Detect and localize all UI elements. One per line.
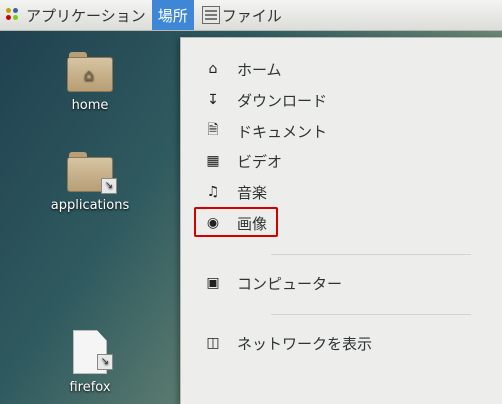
desktop-icon-home[interactable]: ⌂ home <box>35 52 145 113</box>
menu-item-downloads[interactable]: ↧ ダウンロード <box>203 87 327 113</box>
menu-item-network[interactable]: ◫ ネットワークを表示 <box>203 330 372 356</box>
menu-item-label: ダウンロード <box>237 91 328 110</box>
places-menu[interactable]: 場所 <box>151 0 194 30</box>
folder-link-icon: ↘ <box>67 152 117 194</box>
applications-label: アプリケーション <box>26 6 146 25</box>
file-manager-launcher[interactable]: ファイル <box>194 0 288 30</box>
menu-item-label: 音楽 <box>237 183 268 202</box>
menu-item-home[interactable]: ⌂ ホーム <box>203 56 282 82</box>
home-folder-icon: ⌂ <box>67 52 113 92</box>
highlight-box <box>194 207 278 237</box>
desktop-icon-label: home <box>71 98 109 113</box>
menu-item-label: ホーム <box>237 60 282 79</box>
top-panel: アプリケーション 場所 ファイル <box>0 0 502 31</box>
download-icon: ↧ <box>207 92 219 108</box>
menu-item-label: コンピューター <box>237 274 343 293</box>
menu-item-label: ドキュメント <box>237 122 328 141</box>
applications-menu[interactable]: アプリケーション <box>0 0 152 30</box>
home-icon: ⌂ <box>208 61 218 77</box>
menu-item-label: ネットワークを表示 <box>237 334 373 353</box>
desktop-icon-label: firefox <box>69 380 111 395</box>
file-manager-icon <box>201 6 220 24</box>
menu-item-computer[interactable]: ▣ コンピューター <box>203 270 342 296</box>
film-icon: ▦ <box>206 153 220 169</box>
desktop-icon-label: applications <box>50 198 130 213</box>
menu-item-label: ビデオ <box>237 152 283 171</box>
document-icon: 🗎 <box>207 122 219 138</box>
menu-item-documents[interactable]: 🗎 ドキュメント <box>203 118 327 144</box>
places-label: 場所 <box>157 6 188 25</box>
desktop-icon-firefox[interactable]: ↘ firefox <box>35 330 145 395</box>
menu-item-videos[interactable]: ▦ ビデオ <box>203 148 282 174</box>
desktop-icon-applications[interactable]: ↘ applications <box>35 152 145 213</box>
music-icon: ♫ <box>206 184 220 200</box>
file-label: ファイル <box>221 6 282 25</box>
applications-icon <box>6 8 20 22</box>
computer-icon: ▣ <box>206 275 220 291</box>
menu-separator <box>271 314 471 315</box>
menu-separator <box>271 254 471 255</box>
menu-item-music[interactable]: ♫ 音楽 <box>203 179 267 205</box>
network-icon: ◫ <box>206 335 220 351</box>
